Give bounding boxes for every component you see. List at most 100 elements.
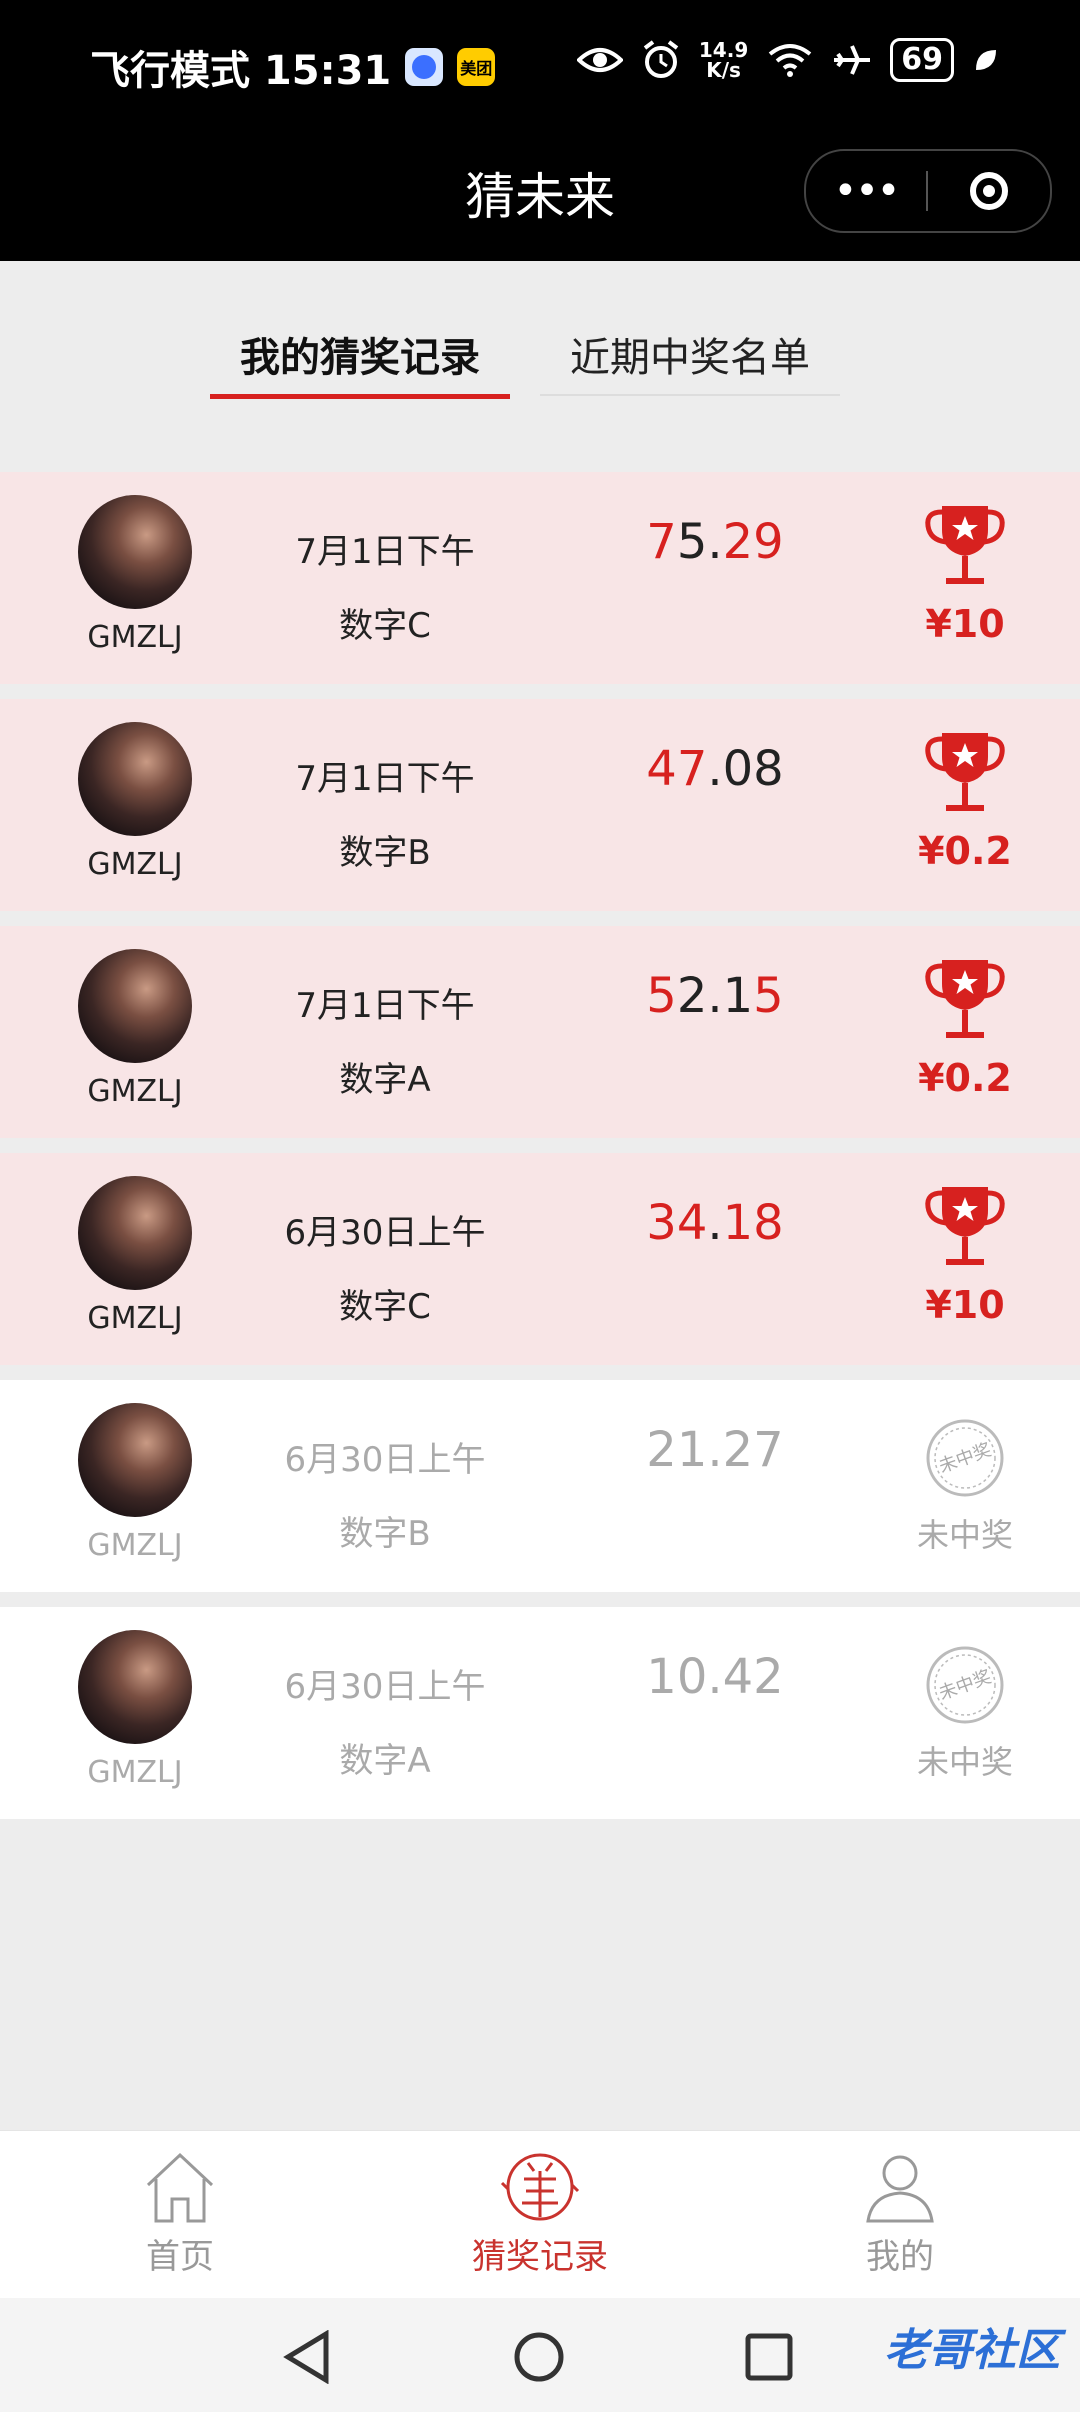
record-date: 6月30日上午 <box>284 1440 486 1480</box>
result-text: 未中奖 <box>916 1516 1013 1554</box>
target-icon[interactable] <box>928 172 1050 210</box>
net-speed-value: 14.9 <box>698 38 749 62</box>
record-row[interactable]: GMZLJ 7月1日下午 数字B 47.08 ¥0.2 <box>0 699 1080 911</box>
meituan-badge: 美团 <box>457 48 496 86</box>
result-text: 未中奖 <box>916 1743 1013 1781</box>
app-notification-icon <box>405 48 444 86</box>
not-won-stamp-icon: 未中奖 <box>926 1419 1004 1497</box>
guess-number: 52.15 <box>600 968 830 1024</box>
watermark-logo: 老哥社区 <box>884 2325 1060 2376</box>
guess-number: 34.18 <box>600 1195 830 1251</box>
record-row[interactable]: GMZLJ 7月1日下午 数字A 52.15 ¥0.2 <box>0 926 1080 1138</box>
guess-number-part: 10.42 <box>646 1649 784 1705</box>
record-label: 数字A <box>339 1060 431 1100</box>
trophy-icon <box>925 506 1005 584</box>
avatar <box>78 1630 192 1744</box>
alarm-icon <box>643 40 679 78</box>
home-circle-icon[interactable] <box>512 2330 566 2384</box>
record-date: 6月30日上午 <box>284 1213 486 1253</box>
status-bar: 飞行模式 15:31 美团 14.9 K/s 69 <box>0 0 1080 135</box>
bottom-tab-me-label: 我的 <box>866 2237 934 2277</box>
guess-number-part: 5. <box>676 514 723 570</box>
net-speed-unit: K/s <box>706 58 741 82</box>
record-date: 6月30日上午 <box>284 1667 486 1707</box>
bottom-tab-home[interactable]: 首页 <box>70 2149 290 2278</box>
home-icon <box>146 2152 214 2223</box>
trophy-icon <box>925 960 1005 1038</box>
prize-amount: ¥0.2 <box>918 1056 1012 1100</box>
recents-square-icon[interactable] <box>744 2332 794 2382</box>
bottom-tab-records-label: 猜奖记录 <box>472 2237 608 2277</box>
user-icon <box>866 2155 934 2223</box>
avatar <box>78 949 192 1063</box>
user-name: GMZLJ <box>87 1301 183 1336</box>
system-nav-bar: 老哥社区 <box>0 2298 1080 2412</box>
bottom-tab-records[interactable]: 猜奖记录 <box>430 2149 650 2278</box>
record-row[interactable]: GMZLJ 6月30日上午 数字B 21.27 未中奖 未中奖 <box>0 1380 1080 1592</box>
avatar <box>78 1176 192 1290</box>
leaf-icon <box>976 50 996 70</box>
stamp-text: 未中奖 <box>936 1439 994 1477</box>
user-name: GMZLJ <box>87 847 183 882</box>
user-name: GMZLJ <box>87 620 183 655</box>
mode-time-text: 飞行模式 15:31 <box>90 48 392 94</box>
guess-number-part: 47 <box>646 741 708 797</box>
guess-number-part: 21.27 <box>646 1422 784 1478</box>
airplane-icon <box>834 45 871 75</box>
not-won-stamp-icon: 未中奖 <box>926 1646 1004 1724</box>
record-date: 7月1日下午 <box>295 759 475 799</box>
prize-amount: ¥10 <box>925 602 1005 646</box>
back-triangle-icon[interactable] <box>282 2330 332 2384</box>
record-label: 数字B <box>339 1514 431 1554</box>
trophy-icon <box>925 733 1005 811</box>
record-row[interactable]: GMZLJ 6月30日上午 数字C 34.18 ¥10 <box>0 1153 1080 1365</box>
user-name: GMZLJ <box>87 1755 183 1790</box>
record-row[interactable]: GMZLJ 6月30日上午 数字A 10.42 未中奖 未中奖 <box>0 1607 1080 1819</box>
guess-number-part: 5 <box>646 968 677 1024</box>
user-name: GMZLJ <box>87 1528 183 1563</box>
guess-number-part: 2.1 <box>676 968 754 1024</box>
stamp-text: 未中奖 <box>936 1666 994 1704</box>
prize-amount: ¥0.2 <box>918 829 1012 873</box>
guess-number: 75.29 <box>600 514 830 570</box>
eye-icon <box>576 48 623 72</box>
battery-indicator: 69 <box>890 38 954 82</box>
prize-amount: ¥10 <box>925 1283 1005 1327</box>
record-date: 7月1日下午 <box>295 986 475 1026</box>
nav-bar: 猜未来 ••• <box>0 135 1080 261</box>
guess-number-part: 7 <box>646 514 677 570</box>
record-label: 数字A <box>339 1741 431 1781</box>
tab-bar: 我的猜奖记录 近期中奖名单 <box>0 330 1080 400</box>
net-speed: 14.9 K/s <box>699 40 748 80</box>
record-label: 数字C <box>339 1287 431 1327</box>
status-right: 14.9 K/s 69 <box>576 38 1000 82</box>
yang-coin-icon <box>500 2153 580 2221</box>
more-dots-icon[interactable]: ••• <box>806 171 926 211</box>
guess-number-part: 29 <box>722 514 784 570</box>
guess-number-part: 5 <box>753 968 784 1024</box>
avatar <box>78 722 192 836</box>
bottom-tab-me[interactable]: 我的 <box>790 2149 1010 2278</box>
record-label: 数字C <box>339 606 431 646</box>
user-name: GMZLJ <box>87 1074 183 1109</box>
tab-my-records[interactable]: 我的猜奖记录 <box>210 330 510 399</box>
miniprogram-capsule: ••• <box>804 149 1052 233</box>
bottom-tab-home-label: 首页 <box>146 2237 214 2277</box>
guess-number-part: 34 <box>646 1195 708 1251</box>
avatar <box>78 1403 192 1517</box>
record-date: 7月1日下午 <box>295 532 475 572</box>
guess-number: 10.42 <box>600 1649 830 1705</box>
record-label: 数字B <box>339 833 431 873</box>
guess-number-part: .08 <box>707 741 784 797</box>
tab-recent-winners[interactable]: 近期中奖名单 <box>540 330 840 396</box>
guess-number-part: . <box>707 1195 723 1251</box>
guess-number-part: 18 <box>722 1195 784 1251</box>
avatar <box>78 495 192 609</box>
wifi-icon <box>769 44 812 77</box>
status-left: 飞行模式 15:31 美团 <box>90 38 496 96</box>
trophy-icon <box>925 1187 1005 1265</box>
guess-number: 21.27 <box>600 1422 830 1478</box>
bottom-tab-bar: 首页 猜奖记录 我的 <box>0 2130 1080 2299</box>
guess-number: 47.08 <box>600 741 830 797</box>
record-row[interactable]: GMZLJ 7月1日下午 数字C 75.29 ¥10 <box>0 472 1080 684</box>
